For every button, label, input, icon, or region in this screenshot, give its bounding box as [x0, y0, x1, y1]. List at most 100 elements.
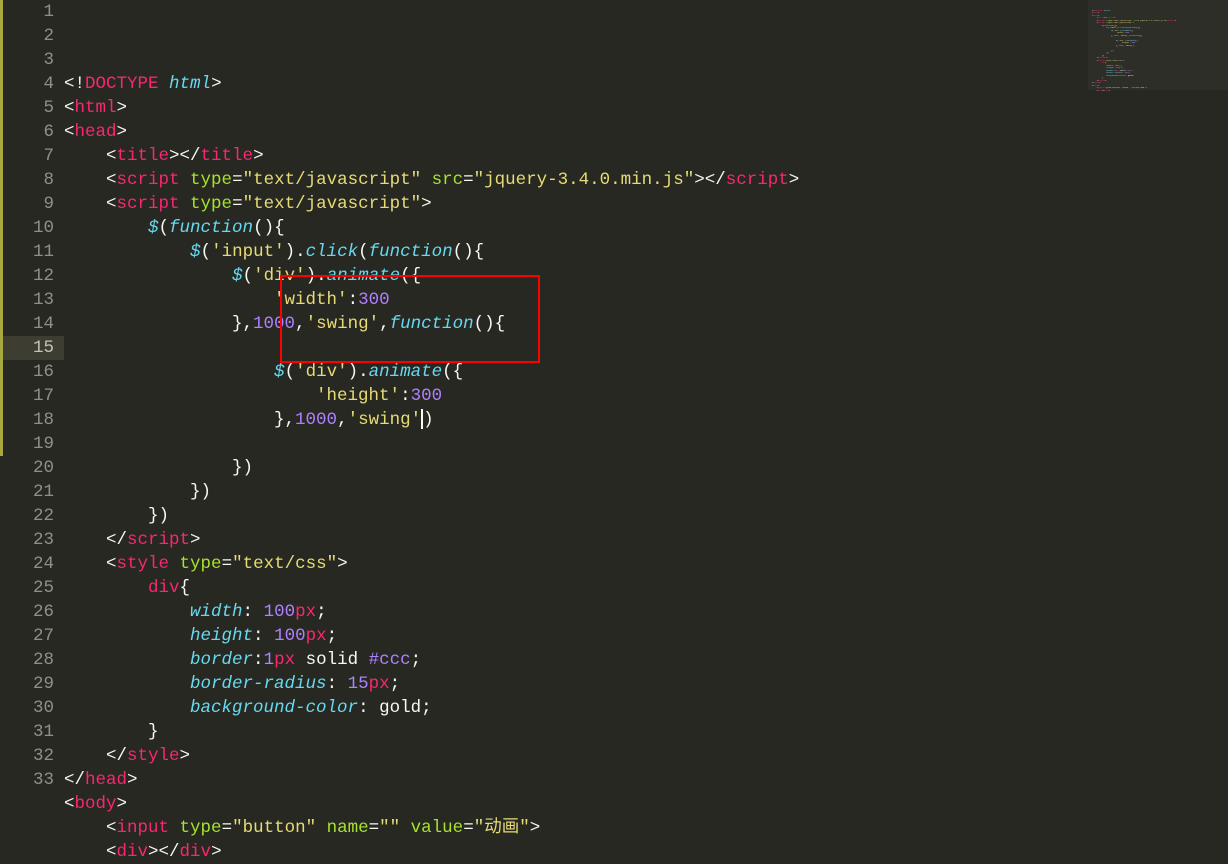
code-line[interactable]: <style type="text/css">: [64, 552, 1228, 576]
code-token: "button": [232, 818, 316, 838]
code-token: :: [253, 650, 264, 670]
code-token: px: [274, 650, 295, 670]
code-token: px: [306, 626, 327, 646]
code-token: [180, 170, 191, 190]
line-number: 21: [6, 480, 54, 504]
line-number: 25: [6, 576, 54, 600]
code-token: script: [117, 170, 180, 190]
code-token: function: [369, 242, 453, 262]
code-line[interactable]: <head>: [64, 120, 1228, 144]
code-line[interactable]: height: 100px;: [64, 624, 1228, 648]
code-token: function: [169, 218, 253, 238]
code-token: [159, 74, 170, 94]
line-number: 19: [6, 432, 54, 456]
code-token: style: [117, 554, 170, 574]
code-token: "": [379, 818, 400, 838]
code-area[interactable]: <!DOCTYPE html><html><head> <title></tit…: [64, 0, 1228, 781]
line-number: 8: [6, 168, 54, 192]
code-token: click: [306, 242, 359, 262]
code-line[interactable]: },1000,'swing',function(){: [64, 312, 1228, 336]
code-line[interactable]: <title></title>: [64, 144, 1228, 168]
code-token: [64, 578, 148, 598]
code-line[interactable]: }): [64, 504, 1228, 528]
code-token: type: [180, 818, 222, 838]
code-token: ;: [390, 674, 401, 694]
code-token: animate: [327, 266, 401, 286]
code-token: border-radius: [190, 674, 327, 694]
code-token: style: [127, 746, 180, 766]
code-token: head: [85, 770, 127, 790]
code-token: 'swing': [306, 314, 380, 334]
code-token: name: [327, 818, 369, 838]
code-token: : gold;: [358, 698, 432, 718]
line-number: 5: [6, 96, 54, 120]
code-token: >: [117, 122, 128, 142]
code-line[interactable]: 'width':300: [64, 288, 1228, 312]
code-line[interactable]: 'height':300: [64, 384, 1228, 408]
code-token: 'input': [211, 242, 285, 262]
line-number: 33: [6, 768, 54, 792]
code-line[interactable]: div{: [64, 576, 1228, 600]
code-token: solid: [295, 650, 369, 670]
code-token: width: [190, 602, 243, 622]
code-token: </: [64, 746, 127, 766]
code-line[interactable]: [64, 336, 1228, 360]
code-token: ,: [337, 410, 348, 430]
code-line[interactable]: <div></div>: [64, 840, 1228, 864]
code-token: div: [148, 578, 180, 598]
code-token: },: [64, 314, 253, 334]
code-line[interactable]: $('div').animate({: [64, 360, 1228, 384]
code-line[interactable]: </script>: [64, 528, 1228, 552]
code-token: height: [190, 626, 253, 646]
minimap-viewport[interactable]: [1088, 0, 1228, 90]
code-token: },: [64, 410, 295, 430]
code-line[interactable]: <script type="text/javascript">: [64, 192, 1228, 216]
minimap[interactable]: <!DOCTYPE html><html><head> <title></tit…: [1088, 0, 1228, 781]
code-token: ({: [400, 266, 421, 286]
code-line[interactable]: </head>: [64, 768, 1228, 792]
code-token: html: [75, 98, 117, 118]
code-token: [64, 362, 274, 382]
code-token: "jquery-3.4.0.min.js": [474, 170, 695, 190]
code-token: </: [64, 770, 85, 790]
code-line[interactable]: width: 100px;: [64, 600, 1228, 624]
code-line[interactable]: border-radius: 15px;: [64, 672, 1228, 696]
code-token: "动画": [474, 818, 530, 838]
code-line[interactable]: }): [64, 480, 1228, 504]
code-token: >: [211, 74, 222, 94]
line-number: 9: [6, 192, 54, 216]
line-number: 13: [6, 288, 54, 312]
code-token: <: [64, 146, 117, 166]
code-token: $: [232, 266, 243, 286]
code-line[interactable]: border:1px solid #ccc;: [64, 648, 1228, 672]
code-token: =: [232, 194, 243, 214]
code-line[interactable]: </style>: [64, 744, 1228, 768]
code-line[interactable]: }: [64, 720, 1228, 744]
code-line[interactable]: },1000,'swing'): [64, 408, 1228, 432]
code-token: div: [117, 842, 149, 862]
code-editor[interactable]: 1234567891011121314151617181920212223242…: [0, 0, 1228, 781]
code-line[interactable]: <script type="text/javascript" src="jque…: [64, 168, 1228, 192]
code-line[interactable]: [64, 432, 1228, 456]
code-token: 1: [264, 650, 275, 670]
code-token: div: [180, 842, 212, 862]
code-line[interactable]: }): [64, 456, 1228, 480]
code-line[interactable]: background-color: gold;: [64, 696, 1228, 720]
code-token: >: [337, 554, 348, 574]
code-token: =: [222, 818, 233, 838]
code-line[interactable]: <html>: [64, 96, 1228, 120]
code-token: title: [201, 146, 254, 166]
code-line[interactable]: <!DOCTYPE html>: [64, 72, 1228, 96]
code-token: ;: [411, 650, 422, 670]
code-line[interactable]: $(function(){: [64, 216, 1228, 240]
code-token: head: [75, 122, 117, 142]
code-token: (){: [474, 314, 506, 334]
code-line[interactable]: $('input').click(function(){: [64, 240, 1228, 264]
code-line[interactable]: <input type="button" name="" value="动画">: [64, 816, 1228, 840]
code-line[interactable]: <body>: [64, 792, 1228, 816]
code-token: >: [421, 194, 432, 214]
line-number: 12: [6, 264, 54, 288]
code-token: >: [253, 146, 264, 166]
line-number: 27: [6, 624, 54, 648]
code-line[interactable]: $('div').animate({: [64, 264, 1228, 288]
